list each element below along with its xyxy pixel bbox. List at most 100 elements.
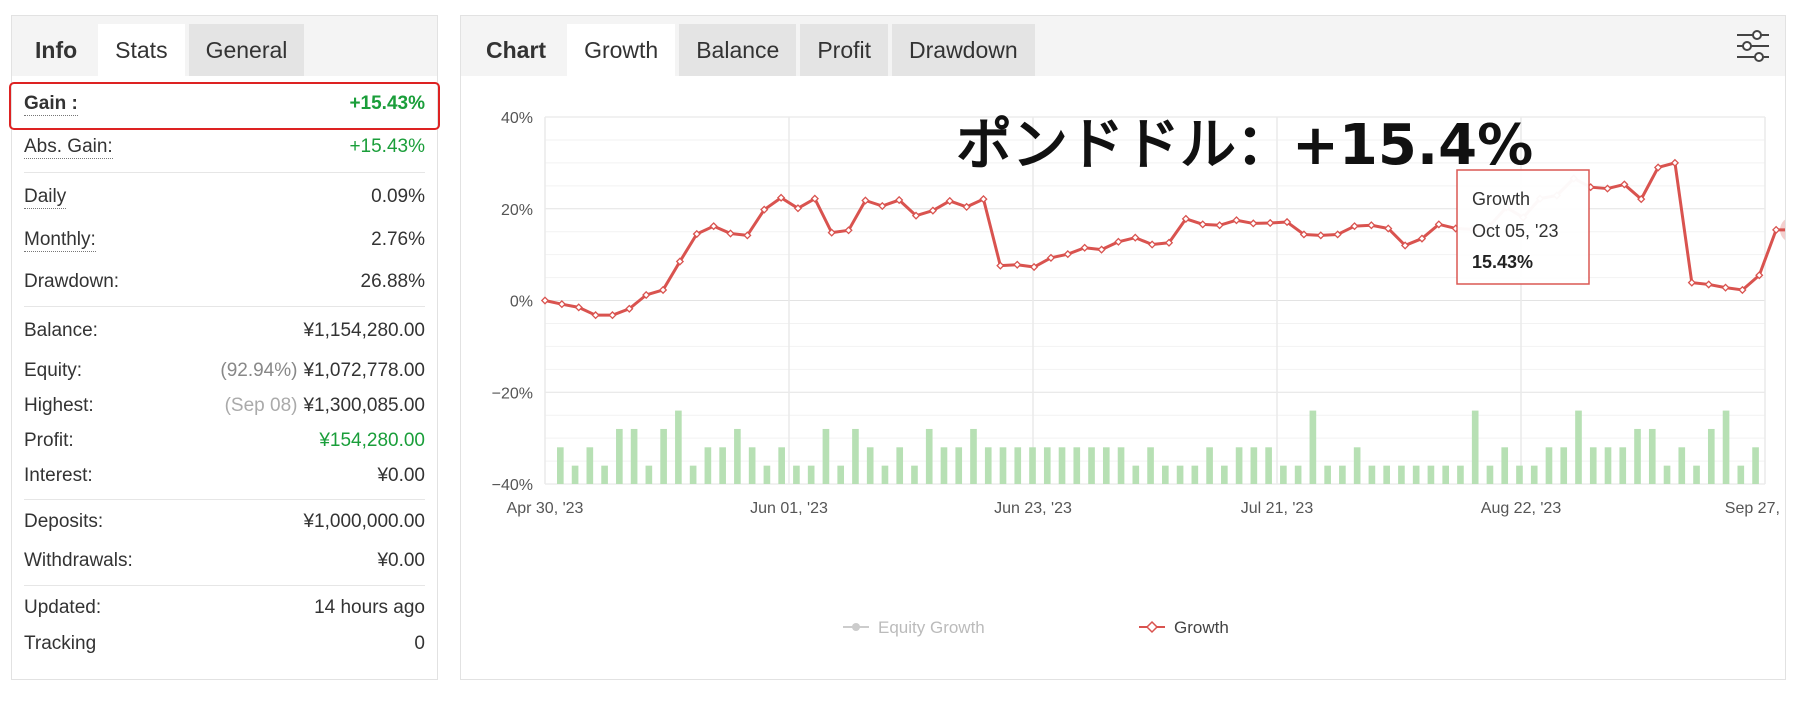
data-point[interactable] [1721, 283, 1730, 292]
data-point[interactable] [1266, 218, 1275, 228]
data-point[interactable] [1603, 184, 1612, 193]
trade-bar [999, 447, 1007, 484]
abs-gain-row: Abs. Gain: +15.43% [24, 126, 425, 168]
trade-bar [748, 447, 756, 484]
y-axis-labels: 40% 20% 0% −20% −40% [492, 110, 533, 494]
trade-bar [1073, 447, 1081, 484]
profit-value: ¥154,280.00 [319, 429, 425, 451]
trade-bar [1294, 465, 1302, 484]
equity-row: Equity: (92.94%) ¥1,072,778.00 [24, 353, 425, 388]
tracking-label: Tracking [24, 633, 97, 654]
tab-general[interactable]: General [188, 24, 305, 76]
trade-bar [1029, 447, 1036, 484]
data-point[interactable] [1316, 231, 1325, 240]
trade-bar [630, 428, 638, 484]
trade-bar [1383, 465, 1390, 484]
trade-bar [1191, 465, 1199, 484]
tab-chart: Chart [486, 36, 547, 63]
gain-highlight-box [9, 82, 440, 130]
trade-bar [675, 410, 682, 484]
trade-bar [984, 447, 992, 484]
updated-label: Updated: [24, 597, 102, 618]
overlay-title: ポンドドル：+15.4% [956, 113, 1533, 178]
trade-bar [866, 447, 874, 484]
trade-bar [1707, 428, 1715, 484]
data-point[interactable] [1704, 280, 1713, 289]
tab-profit[interactable]: Profit [800, 24, 889, 76]
data-point[interactable] [1367, 221, 1376, 230]
trade-bar [1014, 447, 1022, 484]
data-point[interactable] [1215, 221, 1224, 230]
x-tick-label: Jul 21, '23 [1241, 500, 1314, 517]
interest-label: Interest: [24, 464, 93, 486]
trade-bar [1147, 447, 1154, 484]
trade-bar [1368, 465, 1376, 484]
trade-bar [689, 465, 697, 484]
tooltip-date: Oct 05, '23 [1472, 221, 1558, 241]
data-point[interactable] [1687, 278, 1696, 287]
tab-info: Info [35, 36, 78, 63]
chart-tabbar: Chart Growth Balance Profit Drawdown [461, 16, 1785, 76]
legend-equity-growth[interactable]: Equity Growth [843, 618, 985, 637]
chart-panel: Chart Growth Balance Profit Drawdown 40%… [460, 15, 1786, 680]
abs-gain-value: +15.43% [349, 136, 425, 157]
updated-row: Updated: 14 hours ago [24, 587, 425, 629]
legend-growth[interactable]: Growth [1139, 618, 1229, 637]
drawdown-row: Drawdown: 26.88% [24, 261, 425, 303]
legend-growth-marker-icon [1145, 620, 1159, 634]
data-point[interactable] [1232, 216, 1241, 225]
data-point[interactable] [557, 300, 566, 309]
interest-row: Interest: ¥0.00 [24, 458, 425, 493]
data-point[interactable] [1670, 158, 1680, 167]
y-tick-label: 20% [501, 202, 533, 219]
trade-bar [1250, 447, 1258, 484]
trade-bar [1162, 465, 1169, 484]
trade-bar [1235, 447, 1243, 484]
daily-value: 0.09% [371, 186, 425, 207]
trade-bar [1132, 465, 1140, 484]
tab-balance[interactable]: Balance [679, 24, 797, 76]
equity-value: ¥1,072,778.00 [303, 359, 425, 381]
tracking-value: 0 [414, 633, 425, 654]
data-point[interactable] [540, 296, 550, 305]
data-point[interactable] [1249, 219, 1258, 228]
trade-bar [1545, 447, 1553, 484]
trade-bar [1619, 447, 1627, 484]
divider [24, 499, 425, 500]
profit-row: Profit: ¥154,280.00 [24, 423, 425, 458]
trade-bar [793, 465, 800, 484]
stats-rows: Gain : +15.43% Abs. Gain: +15.43% Daily … [12, 82, 437, 659]
trade-bar [1176, 465, 1184, 484]
trade-bar [1471, 410, 1479, 484]
tab-drawdown[interactable]: Drawdown [892, 24, 1035, 76]
trade-bar [1265, 447, 1272, 484]
x-tick-label: Jun 23, '23 [994, 500, 1072, 517]
trade-bar [1339, 465, 1346, 484]
interest-value: ¥0.00 [377, 464, 425, 486]
monthly-value: 2.76% [371, 229, 425, 250]
trade-bar [1693, 465, 1700, 484]
tab-stats[interactable]: Stats [98, 24, 185, 76]
trade-bar [1722, 410, 1730, 484]
withdrawals-label: Withdrawals: [24, 549, 133, 571]
trade-bar [896, 447, 904, 484]
daily-label[interactable]: Daily [24, 186, 67, 209]
x-axis-labels: Apr 30, '23 Jun 01, '23 Jun 23, '23 Jul 21,… [507, 500, 1785, 517]
monthly-label[interactable]: Monthly: [24, 229, 96, 252]
trade-bar [1501, 447, 1509, 484]
legend-equity-label: Equity Growth [878, 618, 985, 637]
abs-gain-label[interactable]: Abs. Gain: [24, 136, 113, 159]
trade-bar [734, 428, 741, 484]
balance-label: Balance: [24, 320, 98, 341]
trade-bar [881, 465, 889, 484]
tab-growth[interactable]: Growth [567, 24, 676, 76]
deposits-value: ¥1,000,000.00 [303, 511, 425, 532]
chart-legend: Equity Growth Growth [843, 618, 1229, 637]
stats-panel: Info Stats General Gain : +15.43% Abs. G… [9, 15, 440, 680]
drawdown-value: 26.88% [360, 271, 425, 292]
data-point[interactable] [996, 261, 1005, 270]
data-point[interactable] [1013, 260, 1022, 269]
settings-sliders-icon[interactable] [1735, 28, 1771, 64]
trade-bar [719, 447, 726, 484]
x-tick-label: Sep 27, '23 [1725, 500, 1785, 517]
